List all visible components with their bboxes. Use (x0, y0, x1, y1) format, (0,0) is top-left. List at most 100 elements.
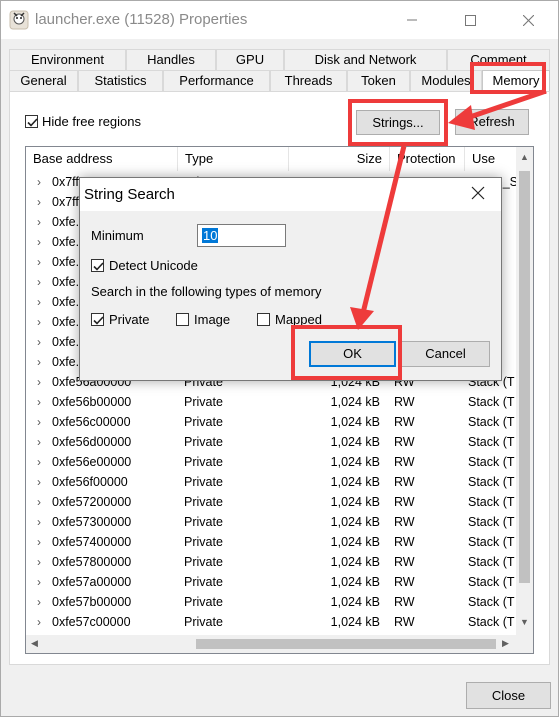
minimum-input[interactable]: 10 (197, 224, 286, 247)
cell-size: 1,024 kB (330, 415, 380, 429)
tab-row-1: Environment Handles GPU Disk and Network… (9, 49, 550, 70)
expand-arrow-icon[interactable]: › (26, 615, 52, 629)
expand-arrow-icon[interactable]: › (26, 555, 52, 569)
table-row[interactable]: › 0xfe56b00000 Private 1,024 kB RW Stack (T (26, 392, 516, 412)
dialog-close-button[interactable] (471, 186, 487, 202)
expand-arrow-icon[interactable]: › (26, 595, 52, 609)
image-checkbox[interactable]: Image (176, 312, 230, 327)
cell-base-address: 0xfe56f00000 (52, 475, 128, 489)
hide-free-regions-checkbox[interactable]: Hide free regions (25, 114, 141, 129)
cell-base-address: 0xfe57200000 (52, 495, 132, 509)
col-use[interactable]: Use (465, 147, 516, 171)
expand-arrow-icon[interactable]: › (26, 435, 52, 449)
cell-size: 1,024 kB (330, 615, 380, 629)
tab-disk-and-network[interactable]: Disk and Network (284, 49, 447, 70)
image-box[interactable] (176, 313, 189, 326)
table-row[interactable]: › 0xfe57300000 Private 1,024 kB RW Stack (T (26, 512, 516, 532)
expand-arrow-icon[interactable]: › (26, 215, 52, 229)
col-size[interactable]: Size (289, 147, 390, 171)
scroll-arrow-icon[interactable]: ◀ (31, 638, 38, 649)
private-box[interactable] (91, 313, 104, 326)
mapped-box[interactable] (257, 313, 270, 326)
expand-arrow-icon[interactable]: › (26, 275, 52, 289)
cell-protection: RW (394, 455, 415, 469)
memory-tab-highlight (470, 62, 546, 94)
table-row[interactable]: › 0xfe57c00000 Private 1,024 kB RW Stack (T (26, 612, 516, 632)
detect-unicode-checkbox[interactable]: Detect Unicode (91, 258, 198, 273)
horizontal-scrollbar[interactable]: ◀ ▶ (26, 635, 516, 653)
private-label: Private (109, 312, 150, 327)
table-row[interactable]: › 0xfe57800000 Private 1,024 kB RW Stack (T (26, 552, 516, 572)
close-button[interactable]: Close (466, 682, 551, 709)
tab-performance[interactable]: Performance (163, 70, 270, 91)
horizontal-scroll-thumb[interactable] (196, 639, 496, 649)
expand-arrow-icon[interactable]: › (26, 575, 52, 589)
expand-arrow-icon[interactable]: › (26, 515, 52, 529)
expand-arrow-icon[interactable]: › (26, 255, 52, 269)
table-row[interactable]: › 0xfe57b00000 Private 1,024 kB RW Stack (T (26, 592, 516, 612)
col-type[interactable]: Type (178, 147, 289, 171)
minimize-button[interactable] (389, 1, 435, 39)
expand-arrow-icon[interactable]: › (26, 175, 52, 189)
tab-gpu[interactable]: GPU (216, 49, 284, 70)
private-checkbox[interactable]: Private (91, 312, 149, 327)
table-row[interactable]: › 0xfe57400000 Private 1,024 kB RW Stack (T (26, 532, 516, 552)
tab-threads[interactable]: Threads (270, 70, 347, 91)
tab-token[interactable]: Token (347, 70, 410, 91)
vertical-scroll-thumb[interactable] (519, 171, 530, 583)
expand-arrow-icon[interactable]: › (26, 415, 52, 429)
tab-environment[interactable]: Environment (9, 49, 126, 70)
tab-general[interactable]: General (9, 70, 78, 91)
col-base-address[interactable]: Base address (26, 147, 178, 171)
expand-arrow-icon[interactable]: › (26, 455, 52, 469)
cell-type: Private (184, 435, 223, 449)
cell-use: Stack (T (468, 555, 515, 569)
expand-arrow-icon[interactable]: › (26, 355, 52, 369)
expand-arrow-icon[interactable]: › (26, 495, 52, 509)
cell-base-address: 0xfe57c00000 (52, 615, 131, 629)
cell-protection: RW (394, 615, 415, 629)
tab-handles[interactable]: Handles (126, 49, 216, 70)
maximize-button[interactable] (447, 1, 493, 39)
table-row[interactable]: › 0xfe56e00000 Private 1,024 kB RW Stack (T (26, 452, 516, 472)
expand-arrow-icon[interactable]: › (26, 475, 52, 489)
scroll-arrow-icon[interactable]: ▶ (502, 638, 509, 649)
ok-button-highlight (291, 325, 402, 380)
cell-size: 1,024 kB (330, 535, 380, 549)
scroll-arrow-icon[interactable]: ▼ (520, 617, 529, 627)
expand-arrow-icon[interactable]: › (26, 395, 52, 409)
expand-arrow-icon[interactable]: › (26, 195, 52, 209)
table-row[interactable]: › 0xfe56c00000 Private 1,024 kB RW Stack (T (26, 412, 516, 432)
expand-arrow-icon[interactable]: › (26, 315, 52, 329)
scroll-arrow-icon[interactable]: ▲ (520, 152, 529, 162)
window-close-button[interactable] (505, 1, 551, 39)
table-row[interactable]: › 0xfe57a00000 Private 1,024 kB RW Stack (T (26, 572, 516, 592)
expand-arrow-icon[interactable]: › (26, 375, 52, 389)
refresh-button[interactable]: Refresh (455, 109, 529, 135)
expand-arrow-icon[interactable]: › (26, 295, 52, 309)
hide-free-label: Hide free regions (42, 114, 141, 129)
table-row[interactable]: › 0xfe57200000 Private 1,024 kB RW Stack (T (26, 492, 516, 512)
col-protection[interactable]: Protection (390, 147, 465, 171)
detect-unicode-label: Detect Unicode (109, 258, 198, 273)
cell-protection: RW (394, 535, 415, 549)
dialog-title-bar: String Search (80, 178, 501, 211)
expand-arrow-icon[interactable]: › (26, 335, 52, 349)
cancel-button[interactable]: Cancel (401, 341, 490, 367)
expand-arrow-icon[interactable]: › (26, 235, 52, 249)
checkmark-icon (93, 262, 104, 271)
window-title: launcher.exe (11528) Properties (35, 11, 248, 28)
table-row[interactable]: › 0xfe56d00000 Private 1,024 kB RW Stack (T (26, 432, 516, 452)
cell-use: Stack (T (468, 455, 515, 469)
memory-types-label: Search in the following types of memory (91, 284, 322, 299)
tab-statistics[interactable]: Statistics (78, 70, 163, 91)
hide-free-checkbox-box[interactable] (25, 115, 38, 128)
vertical-scrollbar[interactable]: ▲ ▼ (516, 147, 533, 635)
detect-unicode-box[interactable] (91, 259, 104, 272)
expand-arrow-icon[interactable]: › (26, 535, 52, 549)
cell-size: 1,024 kB (330, 575, 380, 589)
cell-type: Private (184, 515, 223, 529)
table-row[interactable]: › 0xfe56f00000 Private 1,024 kB RW Stack (T (26, 472, 516, 492)
cell-base-address: 0xfe56e00000 (52, 455, 132, 469)
cell-use: Stack (T (468, 475, 515, 489)
